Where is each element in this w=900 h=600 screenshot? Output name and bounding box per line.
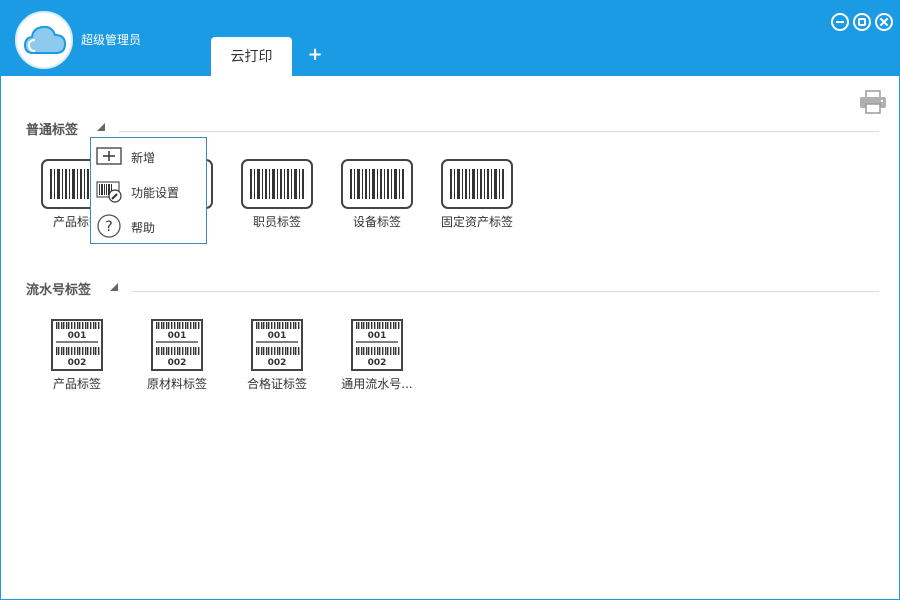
label-template-name: 设备标签 xyxy=(352,215,401,229)
minimize-icon[interactable] xyxy=(831,13,849,31)
menu-item-settings[interactable]: 功能设置 xyxy=(91,174,206,208)
maximize-icon[interactable] xyxy=(853,13,871,31)
serial-template-item[interactable]: 001 002 产品标签 xyxy=(27,319,127,392)
serial-barcode-icon: 001 002 xyxy=(251,319,303,371)
serial-template-name: 产品标签 xyxy=(52,377,101,391)
serial-barcode-icon: 001 002 xyxy=(351,319,403,371)
app-window: 超级管理员 云打印 + 普通标签 产品标签 原材料标签 职员标签 设备标签 固定资产标签… xyxy=(0,0,900,600)
label-template-item[interactable]: 固定资产标签 xyxy=(427,159,527,230)
svg-text:002: 002 xyxy=(68,358,87,368)
svg-text:?: ? xyxy=(105,219,112,235)
tab-cloud-print[interactable]: 云打印 xyxy=(211,37,292,77)
add-tab-button[interactable]: + xyxy=(305,43,325,67)
menu-item-label: 帮助 xyxy=(131,221,156,235)
serial-template-item[interactable]: 001 002 合格证标签 xyxy=(227,319,327,392)
serial-barcode-icon: 001 002 xyxy=(51,319,103,371)
section-divider xyxy=(119,131,879,132)
svg-text:002: 002 xyxy=(268,358,287,368)
barcode-icon xyxy=(241,159,313,209)
menu-item-label: 功能设置 xyxy=(131,186,180,200)
svg-text:002: 002 xyxy=(368,358,387,368)
svg-text:001: 001 xyxy=(268,331,287,341)
label-template-item[interactable]: 职员标签 xyxy=(227,159,327,230)
section-title-normal-labels: 普通标签 xyxy=(26,123,79,138)
username-label: 超级管理员 xyxy=(81,33,142,47)
collapse-arrow-icon[interactable] xyxy=(97,123,105,131)
serial-barcode-icon: 001 002 xyxy=(151,319,203,371)
plus-box-icon xyxy=(96,147,122,165)
svg-text:001: 001 xyxy=(68,331,87,341)
section-divider xyxy=(131,291,879,292)
barcode-icon xyxy=(341,159,413,209)
barcode-icon xyxy=(441,159,513,209)
serial-template-item[interactable]: 001 002 通用流水号... xyxy=(327,319,427,392)
serial-template-name: 合格证标签 xyxy=(246,377,307,391)
svg-text:002: 002 xyxy=(168,358,187,368)
menu-item-add[interactable]: 新增 xyxy=(91,139,206,173)
printer-icon[interactable] xyxy=(859,90,887,114)
label-template-item[interactable]: 设备标签 xyxy=(327,159,427,230)
svg-text:001: 001 xyxy=(168,331,187,341)
section-title-serial-labels: 流水号标签 xyxy=(26,283,92,298)
svg-text:001: 001 xyxy=(368,331,387,341)
label-template-name: 固定资产标签 xyxy=(440,215,513,229)
label-template-name: 职员标签 xyxy=(252,215,301,229)
context-menu: 新增 功能设置 ? 帮助 xyxy=(90,137,207,244)
collapse-arrow-icon[interactable] xyxy=(110,283,118,291)
serial-template-name: 原材料标签 xyxy=(146,377,207,391)
title-bar: 超级管理员 云打印 + xyxy=(1,1,899,77)
barcode-wrench-icon xyxy=(96,181,122,203)
cloud-logo-icon xyxy=(15,11,73,69)
close-icon[interactable] xyxy=(875,13,893,31)
help-circle-icon: ? xyxy=(97,214,121,238)
menu-item-label: 新增 xyxy=(131,151,156,165)
menu-item-help[interactable]: ? 帮助 xyxy=(91,209,206,243)
serial-template-item[interactable]: 001 002 原材料标签 xyxy=(127,319,227,392)
serial-template-name: 通用流水号... xyxy=(341,377,413,391)
